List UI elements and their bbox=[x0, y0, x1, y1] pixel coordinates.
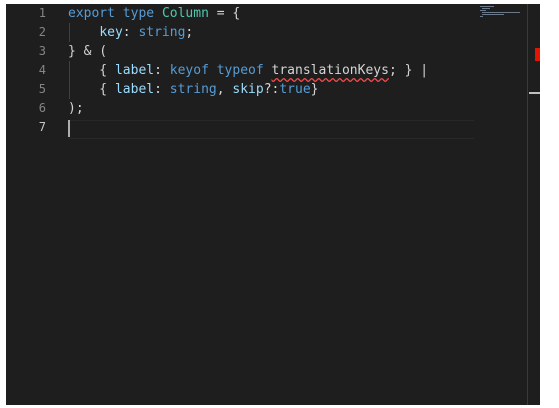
code-line[interactable]: } & ( bbox=[68, 42, 107, 61]
minimap-line bbox=[482, 8, 490, 9]
code-token: skip bbox=[232, 82, 264, 97]
code-token: = { bbox=[208, 6, 241, 21]
code-token: key bbox=[99, 25, 123, 40]
code-token: keyof bbox=[169, 63, 209, 78]
minimap-line bbox=[480, 6, 494, 7]
line-number: 7 bbox=[38, 120, 46, 134]
code-token: : bbox=[122, 25, 139, 40]
code-token: ; bbox=[185, 25, 194, 40]
code-token: label bbox=[114, 63, 155, 78]
code-line[interactable]: { label: keyof typeof translationKeys; }… bbox=[68, 61, 428, 80]
code-line[interactable]: key: string; bbox=[68, 23, 193, 42]
code-token: type bbox=[122, 6, 155, 21]
minimap[interactable] bbox=[472, 4, 526, 405]
minimap-line bbox=[480, 16, 483, 17]
line-number: 3 bbox=[38, 44, 46, 58]
code-token: { bbox=[68, 63, 115, 78]
vertical-scrollbar[interactable] bbox=[527, 4, 540, 405]
code-line[interactable]: export type Column = { bbox=[68, 4, 240, 23]
line-number: 5 bbox=[38, 82, 46, 96]
text-cursor bbox=[68, 120, 70, 137]
line-number: 6 bbox=[38, 101, 46, 115]
code-token: export bbox=[68, 6, 115, 21]
code-token: , bbox=[216, 82, 233, 97]
minimap-line bbox=[482, 12, 520, 13]
code-token: label bbox=[114, 82, 155, 97]
code-editor[interactable]: 1 2 3 4 5 6 7 export type Column = { key: stri… bbox=[6, 4, 540, 405]
minimap-line bbox=[480, 10, 486, 11]
code-token: } bbox=[310, 82, 319, 97]
code-token: { bbox=[68, 82, 115, 97]
line-number: 1 bbox=[38, 6, 46, 20]
code-token: ; } | bbox=[388, 63, 429, 78]
code-token: ); bbox=[68, 101, 84, 116]
code-token: } & ( bbox=[68, 44, 108, 59]
code-token: : bbox=[154, 82, 170, 97]
line-number: 2 bbox=[38, 25, 46, 39]
code-token: true bbox=[279, 82, 311, 97]
code-token: ?: bbox=[263, 82, 280, 97]
scrollbar-cursor-marker bbox=[529, 92, 540, 94]
line-number: 4 bbox=[38, 63, 46, 77]
code-token: Column bbox=[161, 6, 209, 21]
code-area[interactable]: export type Column = { key: string; } & (… bbox=[68, 4, 474, 405]
scrollbar-error-marker bbox=[535, 48, 540, 61]
line-number-gutter: 1 2 3 4 5 6 7 bbox=[6, 4, 54, 405]
error-token: translationKeys bbox=[271, 63, 389, 78]
code-line[interactable]: { label: string, skip?:true} bbox=[68, 80, 319, 99]
minimap-line bbox=[482, 14, 504, 15]
code-token: : bbox=[154, 63, 170, 78]
code-line[interactable]: ); bbox=[68, 99, 84, 118]
code-token: string bbox=[138, 25, 186, 40]
code-token: string bbox=[169, 82, 217, 97]
current-line-highlight bbox=[68, 120, 474, 139]
code-token: typeof bbox=[216, 63, 264, 78]
